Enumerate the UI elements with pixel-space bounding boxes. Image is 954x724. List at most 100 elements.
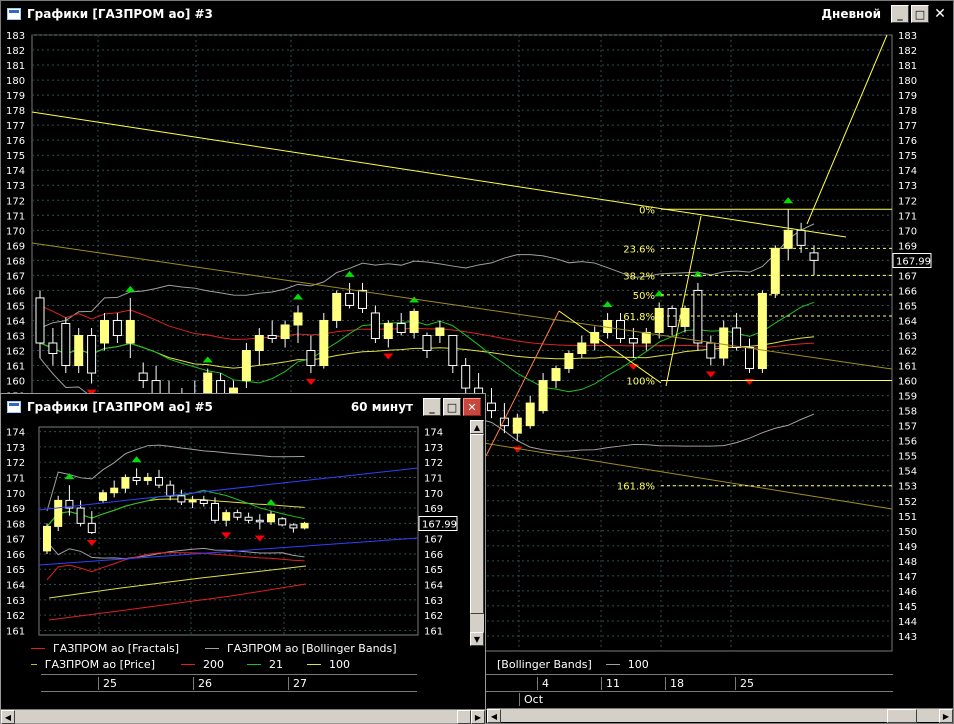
main-y-tick-right: 155 [898,452,917,463]
main-candle-body [319,319,329,367]
hourly-y-tick-left: 161 [6,626,25,637]
main-y-tick-left: 180 [6,76,25,87]
main-candle-body [293,312,303,326]
main-y-tick-right: 152 [898,497,917,508]
main-y-tick-right: 149 [898,542,917,553]
hourly-candle-body [244,516,253,521]
main-candle-body [654,307,664,333]
main-y-tick-left: 183 [6,31,25,42]
main-y-tick-right: 144 [898,617,917,628]
hourly-titlebar[interactable]: Графики [ГАЗПРОМ ао] #5 60 минут _ □ ✕ [1,394,485,420]
hourly-vertical-scrollbar[interactable]: ▲ ▼ [470,420,484,646]
main-candle-body [254,334,264,352]
main-y-tick-right: 164 [898,316,917,327]
main-y-tick-left: 168 [6,256,25,267]
hourly-maximize-button[interactable]: □ [443,398,461,416]
main-y-tick-left: 160 [6,377,25,388]
hourly-legend-price-label: ГАЗПРОМ ао [Price] [44,657,155,671]
hourly-legend-ma100-swatch [307,663,321,665]
main-scroll-right-button[interactable]: ▶ [939,709,953,723]
main-candle-body [306,350,316,367]
main-y-tick-right: 167 [898,271,917,282]
hourly-legend-fractals-swatch [31,647,45,649]
hourly-y-tick-right: 171 [424,473,443,484]
main-candle-body [345,292,355,306]
main-fib-level-label: 38.2% [623,271,655,282]
hourly-legend-ma21-label: 21 [269,657,283,671]
main-candle-body [422,334,432,352]
main-y-tick-right: 163 [898,331,917,342]
main-legend-ma100-swatch [605,663,620,665]
hourly-horizontal-scrollbar[interactable]: ◀ ▶ [1,709,485,724]
main-legend-bollinger: [Bollinger Bands] [489,658,592,671]
hourly-price-chart[interactable]: 161 161 162 162 163 163 164 164 165 165 166 166 167 1… [1,420,471,670]
main-y-tick-right: 154 [898,467,917,478]
hourly-legend-ma100: 100 [307,658,350,671]
main-candle-body [448,334,458,367]
main-y-tick-right: 145 [898,602,917,613]
hourly-y-tick-left: 170 [6,489,25,500]
main-y-tick-right: 174 [898,166,917,177]
hourly-y-tick-right: 162 [424,611,443,622]
hourly-candle-body [278,518,287,526]
main-y-tick-left: 164 [6,316,25,327]
main-candle-body [719,327,729,359]
hourly-y-tick-right: 170 [424,489,443,500]
hourly-scroll-thumb-v[interactable] [470,434,484,614]
hourly-y-tick-right: 163 [424,596,443,607]
main-scroll-thumb[interactable] [887,709,917,723]
main-y-tick-left: 170 [6,226,25,237]
main-y-tick-left: 179 [6,91,25,102]
main-y-tick-left: 167 [6,271,25,282]
main-y-tick-right: 176 [898,136,917,147]
main-candle-body [538,380,548,412]
hourly-y-tick-right: 174 [424,428,443,439]
main-horizontal-scrollbar[interactable]: ◀ ▶ [487,708,953,723]
main-candle-body [487,402,496,412]
main-candle-body [577,342,587,355]
hourly-y-tick-right: 161 [424,626,443,637]
hourly-candle-body [267,513,275,523]
main-candle-body [525,402,535,427]
hourly-candle-body [87,522,96,534]
main-candle-body [100,319,109,344]
main-y-tick-right: 180 [898,76,917,87]
main-y-tick-right: 153 [898,482,917,493]
main-fib-level-label: 50% [633,291,655,302]
main-legend: [Bollinger Bands] 100 [489,656,663,672]
hourly-minimize-button[interactable]: _ [423,398,441,416]
main-candle-body [358,289,367,309]
main-y-tick-right: 148 [898,557,917,568]
main-candle-body [693,289,703,344]
main-date-label: 4 [537,677,549,690]
main-candle-body [628,337,638,344]
main-y-tick-left: 178 [6,106,25,117]
hourly-timeframe-label[interactable]: 60 минут [351,400,413,414]
hourly-y-tick-right: 164 [424,581,443,592]
main-y-tick-right: 173 [898,181,917,192]
main-fib-level-label: 23.6% [623,244,655,255]
main-scroll-left-button[interactable]: ◀ [487,709,501,723]
hourly-legend-bollinger: ГАЗПРОМ ао [Bollinger Bands] [205,642,397,655]
hourly-y-tick-left: 168 [6,519,25,530]
hourly-scroll-right-button[interactable]: ▶ [471,710,485,724]
hourly-scroll-thumb-h[interactable] [457,710,471,724]
hourly-y-tick-right: 173 [424,443,443,454]
main-candle-body [61,322,71,367]
hourly-window-title: Графики [ГАЗПРОМ ао] #5 [27,400,213,414]
main-date-label: 25 [735,677,754,690]
hourly-y-tick-left: 167 [6,535,25,546]
hourly-scroll-left-button[interactable]: ◀ [1,710,15,724]
hourly-close-button[interactable]: ✕ [463,398,481,416]
hourly-scroll-down-button[interactable]: ▼ [470,632,484,646]
main-candle-body [783,229,793,249]
hourly-y-tick-left: 173 [6,443,25,454]
main-y-tick-left: 173 [6,181,25,192]
main-candle-body [48,342,58,355]
main-y-tick-right: 165 [898,301,917,312]
hourly-legend-ma200-swatch [181,663,195,665]
main-candle-body [112,319,122,336]
main-y-tick-left: 182 [6,46,25,57]
hourly-y-tick-right: 165 [424,565,443,576]
hourly-scroll-up-button[interactable]: ▲ [470,420,484,434]
